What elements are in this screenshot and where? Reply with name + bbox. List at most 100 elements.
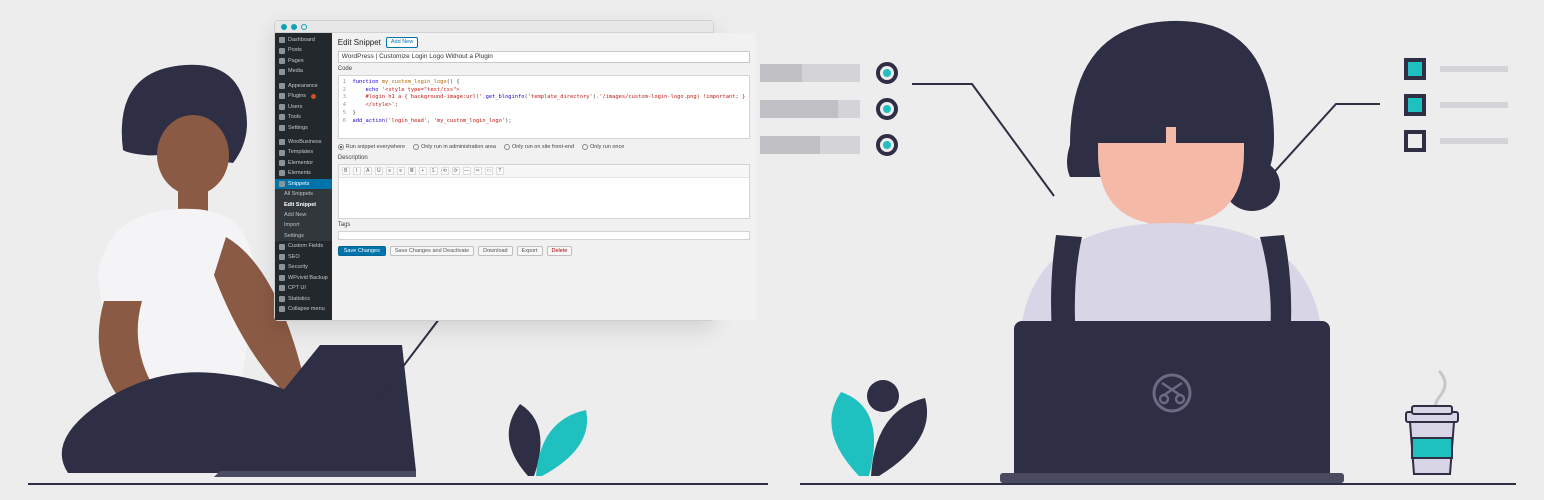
- progress-row: [760, 134, 898, 156]
- menu-icon: [279, 306, 285, 312]
- menu-icon: [279, 93, 285, 99]
- menu-icon: [279, 48, 285, 54]
- download-button[interactable]: Download: [478, 246, 512, 256]
- wysiwyg-area[interactable]: [339, 178, 750, 218]
- toolbar-button[interactable]: U: [375, 167, 383, 175]
- wp-admin-main: Edit Snippet Add New Code 1 function my_…: [332, 33, 757, 320]
- toolbar-button[interactable]: ⟳: [452, 167, 460, 175]
- wp-admin-sidebar: DashboardPostsPagesMedia AppearancePlugin…: [275, 33, 332, 320]
- checkbox-group: [1404, 58, 1508, 152]
- toolbar-button[interactable]: ?: [496, 167, 504, 175]
- toolbar-button[interactable]: ⟲: [441, 167, 449, 175]
- placeholder-line: [1440, 138, 1508, 144]
- menu-icon: [279, 58, 285, 64]
- window-dot: [291, 24, 297, 30]
- tags-input[interactable]: [338, 231, 751, 240]
- sidebar-item-label: Elements: [288, 168, 311, 178]
- sidebar-item[interactable]: Snippets: [275, 179, 332, 189]
- toolbar-button[interactable]: □: [485, 167, 493, 175]
- toolbar-button[interactable]: ≡: [386, 167, 394, 175]
- sidebar-item[interactable]: Dashboard: [275, 35, 332, 45]
- snippet-title-input[interactable]: [338, 51, 751, 63]
- menu-icon: [279, 275, 285, 281]
- sidebar-item[interactable]: Settings: [275, 231, 332, 241]
- sidebar-item-label: Tools: [288, 112, 301, 122]
- sidebar-item-label: Users: [288, 102, 302, 112]
- menu-icon: [279, 296, 285, 302]
- sidebar-item-label: SEO: [288, 252, 300, 262]
- scope-option-label: Only run once: [590, 144, 624, 150]
- toolbar-button[interactable]: •: [419, 167, 427, 175]
- progress-bar: [760, 64, 860, 82]
- sidebar-item-label: All Snippets: [284, 189, 313, 199]
- sidebar-item[interactable]: Security: [275, 262, 332, 272]
- sidebar-item[interactable]: Import: [275, 220, 332, 230]
- sidebar-item[interactable]: Templates: [275, 147, 332, 157]
- scope-option[interactable]: Only run once: [582, 144, 624, 150]
- sidebar-item[interactable]: WPvivid Backup: [275, 273, 332, 283]
- sidebar-item[interactable]: WooBusiness: [275, 137, 332, 147]
- scope-option[interactable]: Run snippet everywhere: [338, 144, 405, 150]
- radio-icon: [338, 144, 344, 150]
- sidebar-item[interactable]: Pages: [275, 56, 332, 66]
- update-badge: [311, 94, 316, 99]
- toolbar-button[interactable]: I: [353, 167, 361, 175]
- sidebar-item[interactable]: Settings: [275, 123, 332, 133]
- sidebar-item[interactable]: Edit Snippet: [275, 200, 332, 210]
- toolbar-button[interactable]: ✂: [474, 167, 482, 175]
- action-buttons: Save Changes Save Changes and Deactivate…: [338, 246, 751, 256]
- progress-bars-group: [760, 62, 898, 156]
- sidebar-item-label: Appearance: [288, 81, 318, 91]
- sidebar-item[interactable]: Posts: [275, 45, 332, 55]
- checkbox-icon: [1404, 130, 1426, 152]
- toolbar-button[interactable]: —: [463, 167, 471, 175]
- toolbar-button[interactable]: ≣: [408, 167, 416, 175]
- save-button[interactable]: Save Changes: [338, 246, 386, 256]
- menu-icon: [279, 160, 285, 166]
- progress-row: [760, 62, 898, 84]
- sidebar-item[interactable]: Elements: [275, 168, 332, 178]
- toolbar-button[interactable]: A: [364, 167, 372, 175]
- sidebar-item[interactable]: Appearance: [275, 81, 332, 91]
- sidebar-item[interactable]: Plugins: [275, 91, 332, 101]
- wp-admin-window: DashboardPostsPagesMedia AppearancePlugin…: [274, 20, 714, 321]
- sidebar-item-label: CPT UI: [288, 283, 306, 293]
- sidebar-item-label: Statistics: [288, 294, 310, 304]
- scope-option[interactable]: Only run on site front-end: [504, 144, 574, 150]
- placeholder-line: [1440, 66, 1508, 72]
- radio-icon: [582, 144, 588, 150]
- sidebar-item[interactable]: Elementor: [275, 158, 332, 168]
- add-new-button[interactable]: Add New: [386, 37, 418, 48]
- description-editor[interactable]: BIAU≡≡≣•1.⟲⟳—✂□?: [338, 164, 751, 219]
- sidebar-item[interactable]: Custom Fields: [275, 241, 332, 251]
- sidebar-item[interactable]: Add New: [275, 210, 332, 220]
- sidebar-item-label: Edit Snippet: [284, 200, 316, 210]
- save-deactivate-button[interactable]: Save Changes and Deactivate: [390, 246, 474, 256]
- sidebar-item[interactable]: Statistics: [275, 294, 332, 304]
- sidebar-item[interactable]: SEO: [275, 252, 332, 262]
- menu-icon: [279, 254, 285, 260]
- sidebar-item-label: Templates: [288, 147, 313, 157]
- menu-icon: [279, 244, 285, 250]
- checkbox-icon: [1404, 94, 1426, 116]
- export-button[interactable]: Export: [517, 246, 543, 256]
- sidebar-item[interactable]: All Snippets: [275, 189, 332, 199]
- delete-button[interactable]: Delete: [547, 246, 573, 256]
- check-row: [1404, 58, 1508, 80]
- sidebar-item[interactable]: CPT UI: [275, 283, 332, 293]
- code-label: Code: [338, 66, 751, 72]
- toolbar-button[interactable]: 1.: [430, 167, 438, 175]
- scope-radio-group: Run snippet everywhere Only run in admini…: [338, 142, 751, 152]
- code-editor[interactable]: 1 function my_custom_login_logo() { 2 ec…: [338, 75, 751, 139]
- scope-option[interactable]: Only run in administration area: [413, 144, 496, 150]
- sidebar-item-label: WooBusiness: [288, 137, 322, 147]
- illustration-person-right: [960, 15, 1380, 485]
- sidebar-item[interactable]: Collapse menu: [275, 304, 332, 314]
- sidebar-item[interactable]: Tools: [275, 112, 332, 122]
- sidebar-item[interactable]: Users: [275, 102, 332, 112]
- scope-option-label: Run snippet everywhere: [346, 144, 405, 150]
- radio-icon: [413, 144, 419, 150]
- toolbar-button[interactable]: B: [342, 167, 350, 175]
- toolbar-button[interactable]: ≡: [397, 167, 405, 175]
- sidebar-item[interactable]: Media: [275, 66, 332, 76]
